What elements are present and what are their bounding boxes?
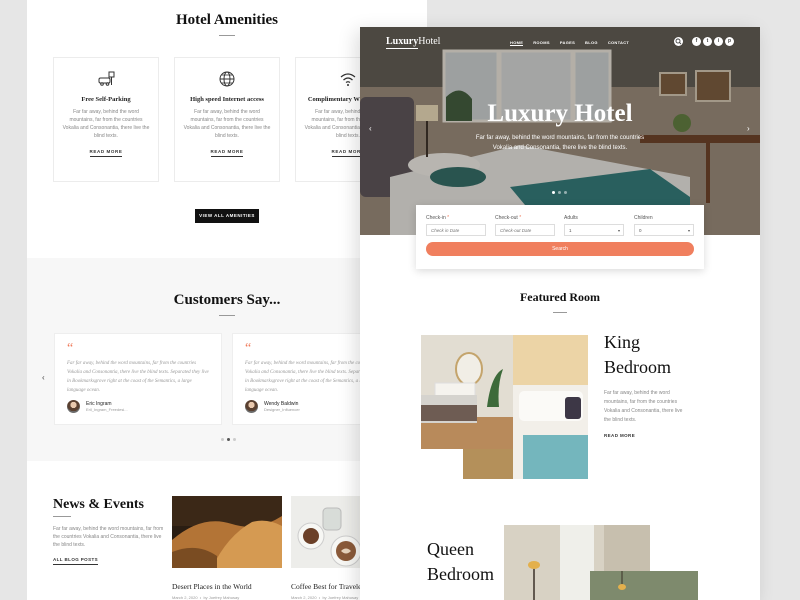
- king-room-description: Far far away, behind the word mountains,…: [604, 390, 683, 423]
- read-more-link[interactable]: READ MORE: [210, 149, 244, 157]
- wifi-icon: [340, 73, 356, 86]
- queen-bedroom-image[interactable]: [504, 525, 698, 600]
- instagram-icon[interactable]: i: [714, 37, 723, 46]
- king-bedroom-image[interactable]: [421, 335, 588, 479]
- pagination-dot[interactable]: [233, 438, 236, 441]
- logo-bold-text: Luxury: [386, 36, 419, 47]
- hotel-room-photo: [360, 27, 760, 235]
- adults-select[interactable]: 1 ▾: [564, 224, 624, 236]
- king-room-name: King Bedroom: [604, 330, 671, 380]
- hero-subtitle-line: Far far away, behind the word mountains,…: [475, 135, 645, 141]
- booking-form: Check-in * Check in Date Check-out * Che…: [416, 205, 704, 269]
- desert-image: [172, 496, 282, 568]
- post-author: by Joefrey Mahusay: [322, 595, 359, 600]
- children-label: Children: [634, 215, 653, 221]
- checkout-label-text: Check-out: [495, 215, 518, 221]
- checkout-label: Check-out *: [495, 215, 521, 221]
- checkin-label: Check-in *: [426, 215, 449, 221]
- post-date: March 2, 2020: [172, 595, 198, 600]
- nav-item-rooms[interactable]: ROOMS: [533, 40, 550, 46]
- hero-title: Luxury Hotel: [487, 100, 633, 127]
- required-mark: *: [519, 215, 522, 221]
- nav-item-pages[interactable]: PAGES: [560, 40, 575, 46]
- children-select[interactable]: 0 ▾: [634, 224, 694, 236]
- title-divider: [219, 315, 235, 316]
- nav-item-home[interactable]: HOME: [510, 40, 524, 46]
- king-name-line: Bedroom: [604, 357, 671, 377]
- search-icon[interactable]: [674, 37, 683, 46]
- title-divider: [53, 516, 71, 517]
- news-title: News & Events: [53, 497, 144, 512]
- caret-icon: ▾: [617, 228, 620, 233]
- testimonial-card: “ Far far away, behind the word mountain…: [54, 333, 222, 425]
- queen-name-line: Queen: [427, 539, 474, 559]
- title-divider: [219, 35, 235, 36]
- main-nav: HOME ROOMS PAGES BLOG CONTACT: [510, 40, 629, 46]
- pagination-dot[interactable]: [558, 191, 561, 194]
- globe-icon: [219, 71, 235, 87]
- amenity-name: High speed Internet access: [190, 96, 264, 103]
- chevron-left-icon[interactable]: ‹: [369, 124, 372, 133]
- avatar: [67, 400, 80, 413]
- hero-pagination: [552, 191, 567, 194]
- checkout-date-field[interactable]: Check-out Date: [495, 224, 555, 236]
- caret-icon: ▾: [687, 228, 690, 233]
- queen-name-line: Bedroom: [427, 564, 494, 584]
- hero-subtitle: Far far away, behind the word mountains,…: [360, 133, 760, 153]
- amenity-description: Far far away, behind the word mountains,…: [62, 109, 150, 139]
- logo-text: Hotel: [418, 36, 441, 47]
- pinterest-icon[interactable]: p: [725, 37, 734, 46]
- avatar: [245, 400, 258, 413]
- blog-post-card[interactable]: Desert Places in the World March 2, 2020…: [172, 496, 282, 600]
- post-date: March 2, 2020: [291, 595, 317, 600]
- amenity-card-parking: Free Self-Parking Far far away, behind t…: [53, 57, 159, 182]
- amenity-description: Far far away, behind the word mountains,…: [183, 109, 271, 139]
- testimonial-author: Wendy Baldwin Designer_Influencer: [245, 400, 300, 413]
- view-all-amenities-button[interactable]: VIEW ALL AMENITIES: [195, 209, 259, 223]
- post-author: by Joefrey Mahusay: [203, 595, 240, 600]
- pagination-dot-active[interactable]: [227, 438, 230, 441]
- read-more-link[interactable]: READ MORE: [604, 433, 635, 438]
- site-logo[interactable]: LuxuryHotel: [386, 36, 440, 47]
- pagination-dot[interactable]: [221, 438, 224, 441]
- featured-room-title: Featured Room: [519, 290, 601, 304]
- king-name-line: King: [604, 332, 640, 352]
- chevron-right-icon[interactable]: ›: [747, 124, 750, 133]
- amenity-card-internet: High speed Internet access Far far away,…: [174, 57, 280, 182]
- testimonial-text: Far far away, behind the word mountains,…: [67, 361, 209, 393]
- logo-underline: [386, 48, 418, 49]
- all-blog-posts-link[interactable]: ALL BLOG POSTS: [53, 557, 99, 565]
- testimonial-pagination: [221, 438, 236, 441]
- quote-icon: “: [67, 341, 74, 356]
- parking-icon: [98, 71, 115, 86]
- nav-item-blog[interactable]: BLOG: [585, 40, 598, 46]
- post-meta: March 2, 2020 • by Joefrey Mahusay: [172, 595, 240, 600]
- checkin-label-text: Check-in: [426, 215, 446, 221]
- news-description: Far far away, behind the word mountains,…: [53, 526, 164, 548]
- nav-item-contact[interactable]: CONTACT: [608, 40, 629, 46]
- checkin-date-field[interactable]: Check in Date: [426, 224, 486, 236]
- children-value: 0: [639, 228, 642, 233]
- adults-label: Adults: [564, 215, 578, 221]
- search-button[interactable]: Search: [426, 242, 694, 256]
- post-title[interactable]: Desert Places in the World: [172, 582, 282, 591]
- author-role: Eril_Ingram_Freedesi...: [86, 407, 128, 412]
- pagination-dot[interactable]: [564, 191, 567, 194]
- hero-section: LuxuryHotel HOME ROOMS PAGES BLOG CONTAC…: [360, 27, 760, 235]
- adults-value: 1: [569, 228, 572, 233]
- chevron-left-icon[interactable]: ‹: [42, 373, 45, 382]
- amenity-name: Free Self-Parking: [81, 96, 131, 103]
- pagination-dot-active[interactable]: [552, 191, 555, 194]
- title-divider: [553, 312, 567, 313]
- queen-room-name: Queen Bedroom: [427, 537, 494, 587]
- hero-subtitle-line: Vokalia and Consonantia, there live the …: [492, 145, 628, 151]
- twitter-icon[interactable]: t: [703, 37, 712, 46]
- homepage-mockup: LuxuryHotel HOME ROOMS PAGES BLOG CONTAC…: [360, 27, 760, 600]
- facebook-icon[interactable]: f: [692, 37, 701, 46]
- testimonial-author: Eric Ingram Eril_Ingram_Freedesi...: [67, 400, 128, 413]
- author-role: Designer_Influencer: [264, 407, 300, 412]
- required-mark: *: [447, 215, 450, 221]
- read-more-link[interactable]: READ MORE: [89, 149, 123, 157]
